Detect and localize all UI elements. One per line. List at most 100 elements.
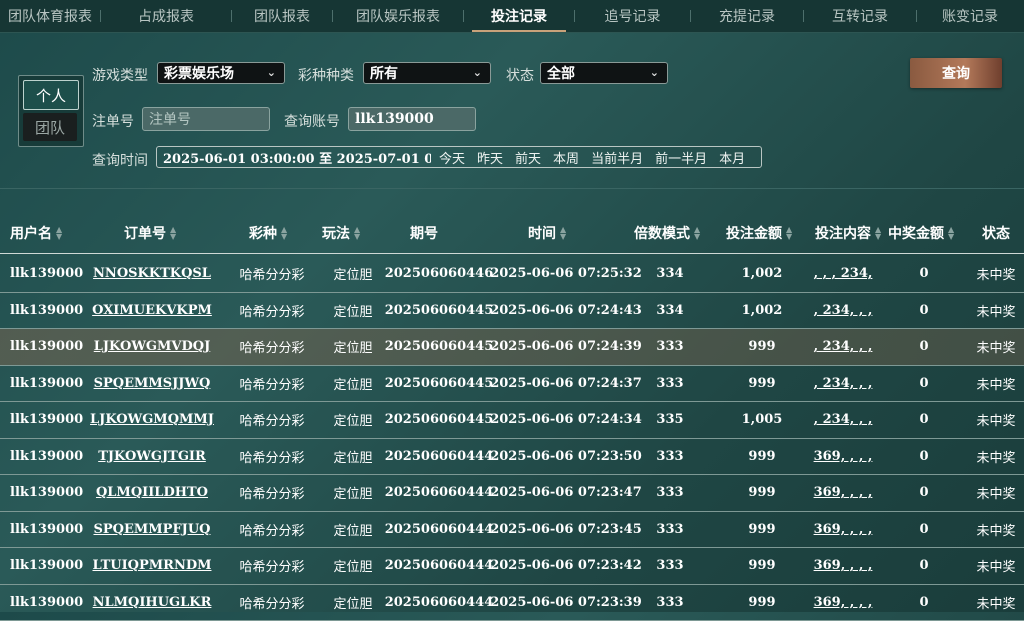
cell-bet-content[interactable]: 369, , , , (814, 558, 873, 573)
col-bet-amount[interactable]: 投注金额▲▼ (726, 213, 794, 253)
col-order-number[interactable]: 订单号▲▼ (124, 213, 178, 253)
cell-period-container: 202506060445 (380, 329, 498, 365)
cell-bet-content[interactable]: , 234, , , (814, 412, 873, 427)
cell-multiple-container: 334 (640, 256, 700, 292)
cell-multiple-container: 333 (640, 329, 700, 365)
col-lottery[interactable]: 彩种▲▼ (249, 213, 289, 253)
table-row[interactable]: llk139000TJKOWGJTGIR哈希分分彩定位胆202506060444… (0, 439, 1024, 476)
table-row[interactable]: llk139000SPQEMMPFJUQ哈希分分彩定位胆202506060444… (0, 512, 1024, 549)
tab-team-report[interactable]: 团队报表 (232, 0, 332, 32)
quick-day-before[interactable]: 前天 (511, 148, 545, 167)
table-row[interactable]: llk139000LJKOWGMVDQJ哈希分分彩定位胆202506060445… (0, 329, 1024, 366)
cell-order-number[interactable]: LJKOWGMQMMJ (90, 412, 214, 427)
tab-deposit-withdraw-records[interactable]: 充提记录 (691, 0, 803, 32)
cell-bet-content-container: 369, , , , (808, 548, 878, 584)
cell-bet-content-container: , 234, , , (808, 366, 878, 402)
cell-bet-amount-container: 999 (730, 475, 794, 511)
table-row[interactable]: llk139000SPQEMMSJJWQ哈希分分彩定位胆202506060445… (0, 366, 1024, 403)
table-row[interactable]: llk139000NNOSKKTKQSL哈希分分彩定位胆202506060446… (0, 256, 1024, 293)
quick-yesterday[interactable]: 昨天 (473, 148, 507, 167)
col-play[interactable]: 玩法▲▼ (322, 213, 362, 253)
cell-bet-content[interactable]: 369, , , , (814, 449, 873, 464)
cell-bet-content[interactable]: , , , 234, (814, 266, 873, 281)
date-range-input[interactable]: 2025-06-01 03:00:00 至 2025-07-01 03:00:0… (157, 148, 431, 167)
quick-current-half-month[interactable]: 当前半月 (587, 148, 647, 167)
cell-lottery-container: 哈希分分彩 (226, 475, 318, 511)
cell-bet-content[interactable]: 369, , , , (814, 595, 873, 610)
cell-period: 202506060444 (385, 595, 494, 610)
cell-order-number-container: NNOSKKTKQSL (78, 256, 226, 292)
cell-bet-amount-container: 999 (730, 366, 794, 402)
quick-this-week[interactable]: 本周 (549, 148, 583, 167)
quick-today[interactable]: 今天 (435, 148, 469, 167)
chevron-down-icon: ⌄ (267, 66, 276, 79)
cell-bet-content[interactable]: , 234, , , (814, 376, 873, 391)
tab-transfer-records[interactable]: 互转记录 (804, 0, 916, 32)
query-account-input[interactable]: llk139000 (348, 107, 476, 131)
cell-period-container: 202506060444 (380, 439, 498, 475)
order-number-input[interactable]: 注单号 (142, 107, 270, 131)
game-type-select[interactable]: 彩票娱乐场 ⌄ (157, 62, 285, 84)
col-time[interactable]: 时间▲▼ (528, 213, 568, 253)
cell-period-container: 202506060445 (380, 366, 498, 402)
cell-multiple-container: 335 (640, 402, 700, 438)
cell-period: 202506060444 (385, 522, 494, 537)
cell-order-number[interactable]: NLMQIHUGLKR (93, 595, 212, 610)
table-row[interactable]: llk139000LJKOWGMQMMJ哈希分分彩定位胆202506060445… (0, 402, 1024, 439)
cell-username: llk139000 (10, 558, 83, 573)
quick-this-month[interactable]: 本月 (715, 148, 749, 167)
lottery-kind-select[interactable]: 所有 ⌄ (363, 62, 491, 84)
cell-bet-content[interactable]: 369, , , , (814, 522, 873, 537)
cell-win-amount: 0 (919, 376, 928, 391)
cell-win-amount-container: 0 (900, 293, 948, 329)
cell-username-container: llk139000 (0, 366, 88, 402)
cell-bet-content[interactable]: , 234, , , (814, 339, 873, 354)
col-win-amount[interactable]: 中奖金额▲▼ (888, 213, 956, 253)
game-type-label: 游戏类型 (92, 65, 148, 85)
sort-icon: ▲▼ (354, 226, 362, 240)
cell-lottery-container: 哈希分分彩 (226, 439, 318, 475)
cell-order-number[interactable]: SPQEMMSJJWQ (94, 376, 211, 391)
cell-win-amount: 0 (919, 485, 928, 500)
col-username-label: 用户名 (10, 223, 52, 243)
quick-previous-half-month[interactable]: 前一半月 (651, 148, 711, 167)
cell-order-number[interactable]: LTUIQPMRNDM (92, 558, 211, 573)
cell-multiple: 333 (656, 449, 683, 464)
cell-order-number[interactable]: SPQEMMPFJUQ (94, 522, 211, 537)
status-select[interactable]: 全部 ⌄ (540, 62, 668, 84)
cell-order-number[interactable]: NNOSKKTKQSL (93, 266, 211, 281)
order-number-label: 注单号 (92, 111, 134, 131)
cell-bet-content[interactable]: , 234, , , (814, 303, 873, 318)
cell-period-container: 202506060445 (380, 402, 498, 438)
tab-bet-records[interactable]: 投注记录 (464, 0, 574, 32)
col-username[interactable]: 用户名▲▼ (10, 213, 64, 253)
table-row[interactable]: llk139000QLMQIILDHTO哈希分分彩定位胆202506060444… (0, 475, 1024, 512)
cell-bet-amount: 999 (748, 595, 775, 610)
cell-order-number[interactable]: QLMQIILDHTO (96, 485, 208, 500)
cell-order-number[interactable]: OXIMUEKVKPM (92, 303, 212, 318)
cell-order-number-container: OXIMUEKVKPM (78, 293, 226, 329)
col-bet-content[interactable]: 投注内容▲▼ (815, 213, 883, 253)
cell-play-container: 定位胆 (318, 366, 388, 402)
cell-win-amount: 0 (919, 339, 928, 354)
table-row[interactable]: llk139000LTUIQPMRNDM哈希分分彩定位胆202506060444… (0, 548, 1024, 585)
table-row[interactable]: llk139000NLMQIHUGLKR哈希分分彩定位胆202506060444… (0, 585, 1024, 621)
cell-time-container: 2025-06-06 07:23:39 (488, 585, 644, 621)
cell-bet-amount: 1,002 (742, 303, 783, 318)
cell-win-amount-container: 0 (900, 402, 948, 438)
tab-chase-records[interactable]: 追号记录 (575, 0, 690, 32)
table-row[interactable]: llk139000OXIMUEKVKPM哈希分分彩定位胆202506060445… (0, 293, 1024, 330)
tab-share-report[interactable]: 占成报表 (101, 0, 231, 32)
cell-win-amount: 0 (919, 303, 928, 318)
cell-bet-content[interactable]: 369, , , , (814, 485, 873, 500)
team-mode-button[interactable]: 团队 (23, 113, 77, 141)
query-button[interactable]: 查询 (910, 58, 1002, 88)
col-multiple-mode[interactable]: 倍数模式▲▼ (634, 213, 702, 253)
tab-team-entertainment-report[interactable]: 团队娱乐报表 (333, 0, 463, 32)
tab-account-change-records[interactable]: 账变记录 (917, 0, 1023, 32)
cell-bet-content-container: 369, , , , (808, 512, 878, 548)
tab-team-sports-report[interactable]: 团队体育报表 (0, 0, 100, 32)
cell-order-number[interactable]: TJKOWGJTGIR (98, 449, 206, 464)
cell-order-number[interactable]: LJKOWGMVDQJ (94, 339, 211, 354)
personal-mode-button[interactable]: 个人 (23, 80, 79, 110)
